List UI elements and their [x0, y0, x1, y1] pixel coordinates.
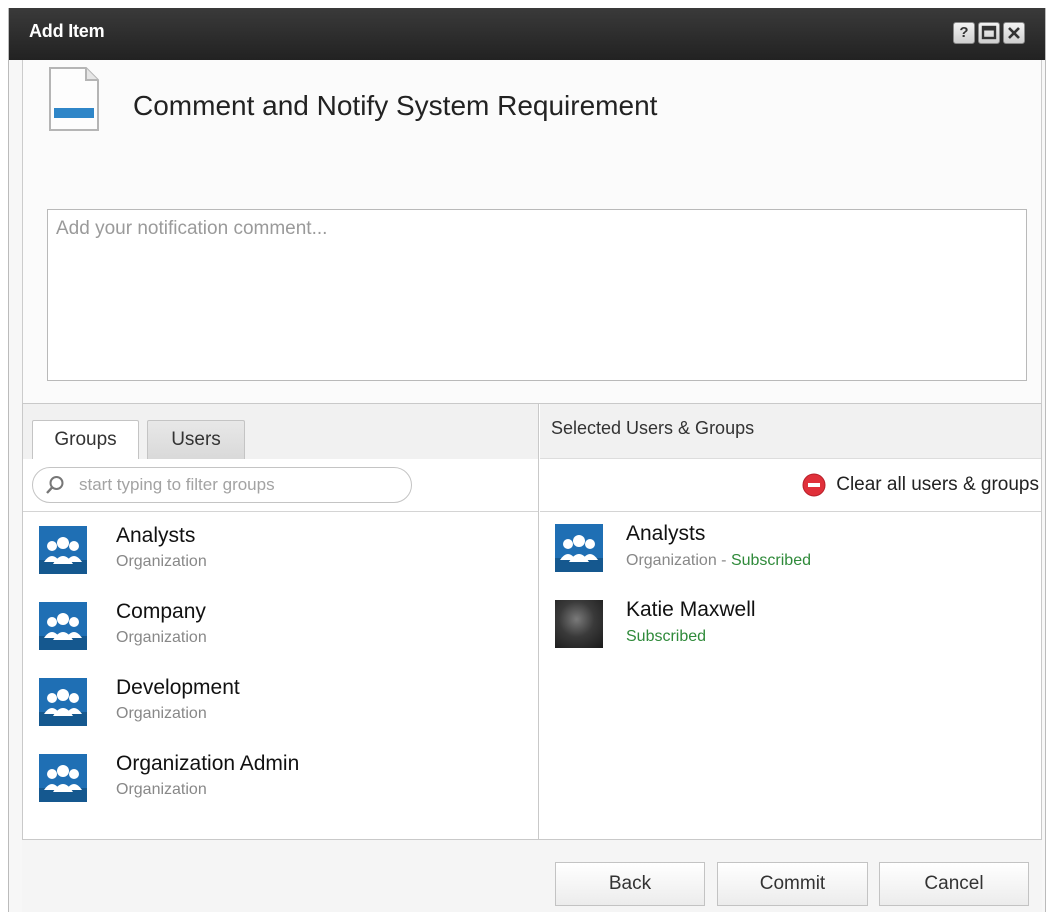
dialog-footer: Back Commit Cancel [22, 840, 1042, 912]
groups-list: Analysts Organization Company Organizati… [23, 512, 538, 816]
item-title: Comment and Notify System Requirement [133, 90, 658, 121]
selection-panels: Groups Users Analysts Organization [22, 403, 1042, 840]
commit-button[interactable]: Commit [717, 862, 868, 906]
group-name: Development [116, 676, 240, 699]
maximize-icon [981, 25, 997, 40]
cancel-button[interactable]: Cancel [879, 862, 1029, 906]
notification-comment-field[interactable] [47, 209, 1027, 381]
selected-panel-header: Selected Users & Groups [540, 404, 1041, 459]
filter-box[interactable] [32, 467, 412, 503]
selected-name: Analysts [626, 522, 706, 545]
minus-circle-icon [802, 473, 826, 497]
item-header: Comment and Notify System Requirement [22, 60, 1042, 403]
people-group-icon [39, 526, 87, 574]
group-name: Organization Admin [116, 752, 300, 775]
tab-users[interactable]: Users [147, 420, 245, 459]
group-type: Organization [116, 629, 207, 646]
people-group-icon [39, 678, 87, 726]
dialog-titlebar: Add Item ? [9, 8, 1045, 60]
dialog-title: Add Item [29, 21, 105, 41]
group-type: Organization [116, 705, 207, 722]
document-icon [49, 67, 99, 131]
list-item[interactable]: Development Organization [23, 664, 538, 740]
back-button[interactable]: Back [555, 862, 705, 906]
people-group-icon [39, 754, 87, 802]
selected-name: Katie Maxwell [626, 598, 756, 621]
avatar [555, 600, 603, 648]
selected-panel-title: Selected Users & Groups [551, 418, 755, 438]
selected-panel: Selected Users & Groups Clear all users … [540, 404, 1041, 839]
selected-status: Organization - Subscribed [626, 552, 811, 570]
subscribed-status: Subscribed [626, 628, 707, 645]
selected-status: Subscribed [626, 628, 706, 646]
filter-row [23, 459, 538, 512]
clear-all-button[interactable]: Clear all users & groups [802, 471, 1039, 499]
people-group-icon [39, 602, 87, 650]
tabs-bar: Groups Users [23, 404, 538, 459]
add-item-dialog: Add Item ? Comment and Notify System Req… [8, 8, 1046, 912]
selected-type: Organization - [626, 552, 731, 569]
subscribed-status: Subscribed [730, 552, 811, 569]
list-item[interactable]: Katie Maxwell Subscribed [540, 588, 1041, 664]
clear-all-label: Clear all users & groups [836, 474, 1039, 495]
clear-row: Clear all users & groups [540, 459, 1041, 512]
group-name: Company [116, 600, 206, 623]
close-button[interactable] [1003, 22, 1025, 44]
close-icon [1008, 27, 1020, 39]
available-groups-panel: Groups Users Analysts Organization [23, 404, 539, 839]
maximize-button[interactable] [978, 22, 1000, 44]
group-type: Organization [116, 781, 207, 798]
tab-groups[interactable]: Groups [32, 420, 139, 459]
group-name: Analysts [116, 524, 196, 547]
list-item[interactable]: Company Organization [23, 588, 538, 664]
people-group-icon [555, 524, 603, 572]
group-filter-input[interactable] [79, 472, 399, 498]
group-type: Organization [116, 553, 207, 570]
list-item[interactable]: Analysts Organization - Subscribed [540, 512, 1041, 588]
selected-list: Analysts Organization - Subscribed Katie… [540, 512, 1041, 664]
list-item[interactable]: Organization Admin Organization [23, 740, 538, 816]
help-button[interactable]: ? [953, 22, 975, 44]
list-item[interactable]: Analysts Organization [23, 512, 538, 588]
search-icon [46, 476, 64, 494]
